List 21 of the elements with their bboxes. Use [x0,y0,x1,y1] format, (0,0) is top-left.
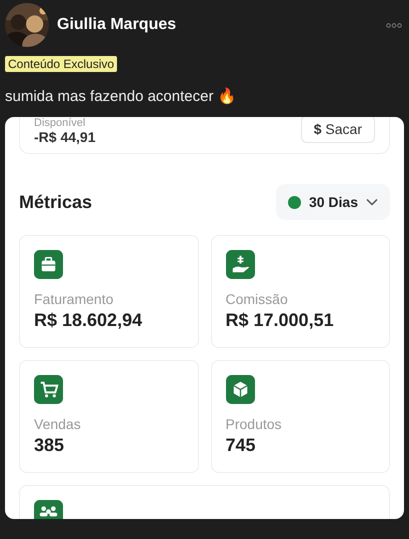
briefcase-icon [34,250,63,279]
cart-icon [34,375,63,404]
balance-label: Disponível [34,117,86,129]
metric-label: Vendas [34,416,82,432]
metric-value: R$ 18.602,94 [34,310,144,331]
metric-value: 385 [34,435,66,456]
balance-value: -R$ 44,91 [34,129,96,145]
metric-value: R$ 17.000,51 [226,310,335,331]
exclusive-badge: Conteúdo Exclusivo [5,56,118,72]
period-dropdown[interactable]: 30 Dias [276,184,390,220]
metric-label: Produtos [226,416,283,432]
author-name[interactable]: Giullia Marques [57,16,386,34]
more-options-icon[interactable] [386,22,402,28]
post-text: sumida mas fazendo acontecer 🔥 [5,87,238,107]
metric-label: Faturamento [34,291,114,307]
chevron-down-icon [366,198,378,206]
metric-value: 745 [226,435,257,456]
box-icon [226,375,254,404]
metric-label: Comissão [226,291,289,307]
section-title: Métricas [19,192,92,212]
withdraw-button[interactable]: $ Sacar [300,117,375,143]
